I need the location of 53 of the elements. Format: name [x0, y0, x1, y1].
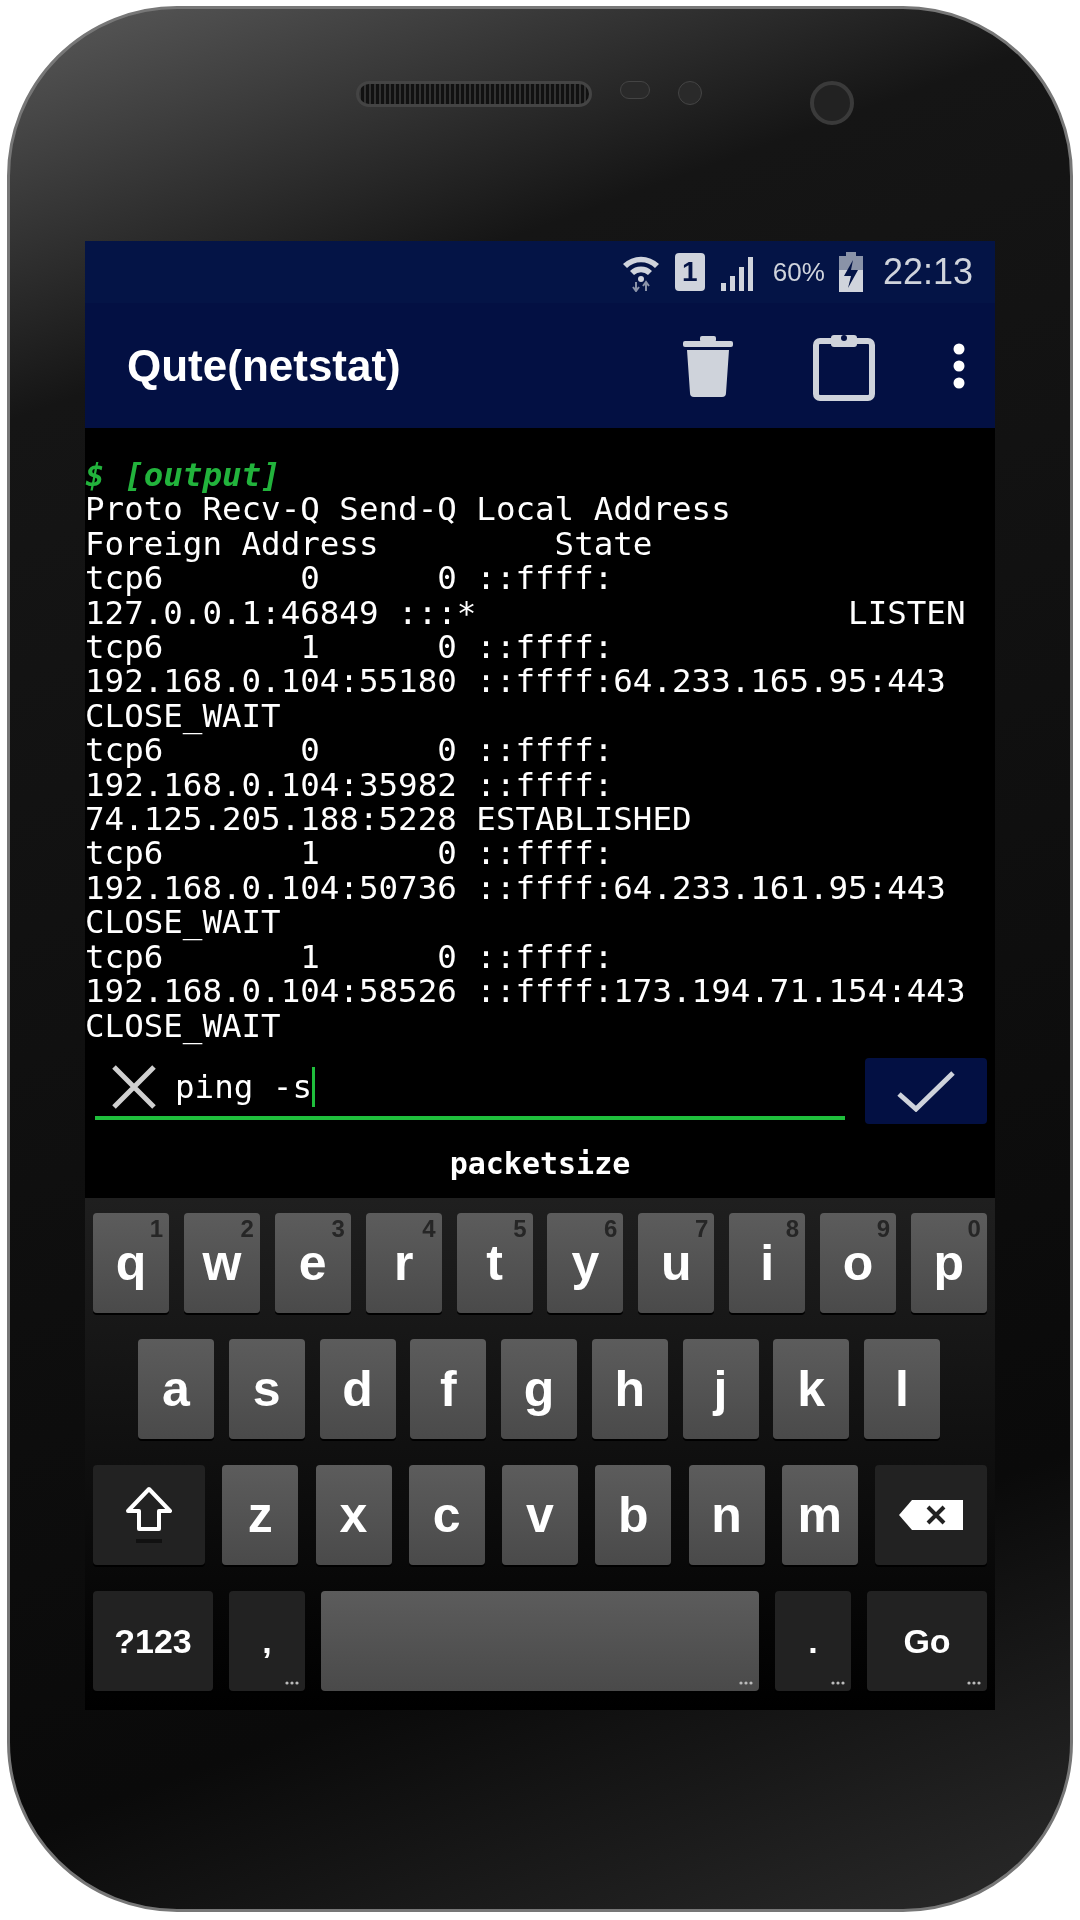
completion-suggestion[interactable]: packetsize — [449, 1140, 631, 1186]
keyboard-key[interactable]: l — [864, 1339, 940, 1439]
clock-time: 22:13 — [882, 250, 973, 294]
output-line: 192.168.0.104:50736 ::ffff:64.233.161.95:443 — [85, 870, 947, 906]
shift-key[interactable] — [93, 1465, 205, 1565]
text-cursor — [311, 1067, 315, 1107]
output-line: Proto Recv-Q Send-Q Local Address — [85, 492, 732, 527]
keyboard-key[interactable]: b — [595, 1465, 672, 1565]
output-line: 127.0.0.1:46849 :::* LISTEN — [85, 595, 967, 631]
keyboard-key[interactable]: n — [688, 1465, 765, 1565]
output-line: tcp6 0 0 ::ffff: — [85, 561, 615, 596]
app-title: Qute(netstat) — [127, 339, 402, 392]
command-input[interactable]: ping -s — [175, 1062, 312, 1112]
keyboard-key[interactable]: d — [319, 1339, 396, 1439]
keyboard-key[interactable]: s — [228, 1339, 305, 1439]
keyboard-key[interactable]: k — [773, 1339, 850, 1439]
prompt-line: $ [output] — [85, 458, 282, 493]
output-line: 192.168.0.104:55180 ::ffff:64.233.165.95:443 — [85, 664, 947, 699]
output-line: CLOSE_WAIT — [85, 698, 282, 734]
output-line: CLOSE_WAIT — [85, 1008, 282, 1043]
keyboard-key[interactable]: j — [682, 1339, 759, 1439]
keyboard-key[interactable]: x — [315, 1465, 392, 1565]
sim-card-indicator: 1 — [674, 253, 705, 291]
go-key[interactable]: Go — [867, 1591, 987, 1691]
keyboard-key[interactable]: , — [229, 1591, 305, 1691]
symbols-key[interactable]: ?123 — [93, 1591, 213, 1691]
keyboard-key[interactable]: . — [775, 1591, 851, 1691]
keyboard-key[interactable]: m — [781, 1465, 858, 1565]
checkmark-icon — [896, 1070, 956, 1112]
submit-button[interactable] — [865, 1058, 987, 1124]
output-line: tcp6 1 0 ::ffff: — [85, 630, 615, 665]
shift-arrow-icon — [124, 1485, 174, 1545]
overflow-menu-icon[interactable] — [953, 342, 965, 389]
front-camera — [810, 81, 854, 125]
battery-charging-icon — [838, 252, 863, 292]
keyboard-key[interactable]: f — [410, 1339, 487, 1439]
keyboard-key[interactable]: c — [408, 1465, 485, 1565]
output-line: CLOSE_WAIT — [85, 905, 282, 940]
output-line: 192.168.0.104:35982 ::ffff: — [85, 767, 615, 803]
output-line: tcp6 1 0 ::ffff: — [85, 836, 615, 871]
battery-percent: 60% — [772, 255, 825, 289]
clear-icon[interactable] — [111, 1064, 157, 1110]
backspace-icon — [898, 1499, 964, 1531]
keyboard-key[interactable]: g — [501, 1339, 577, 1439]
output-line: Foreign Address State — [85, 526, 654, 562]
keyboard-key[interactable]: h — [591, 1339, 668, 1439]
keyboard-key[interactable]: z — [222, 1465, 299, 1565]
output-line: 192.168.0.104:58526 ::ffff:173.194.71.154:443 — [85, 974, 967, 1009]
output-line: 74.125.205.188:5228 ESTABLISHED — [85, 802, 693, 837]
backspace-key[interactable] — [875, 1465, 987, 1565]
keyboard-key[interactable]: a — [138, 1339, 214, 1439]
delete-icon[interactable] — [683, 334, 733, 397]
keyboard-key[interactable]: v — [502, 1465, 578, 1565]
